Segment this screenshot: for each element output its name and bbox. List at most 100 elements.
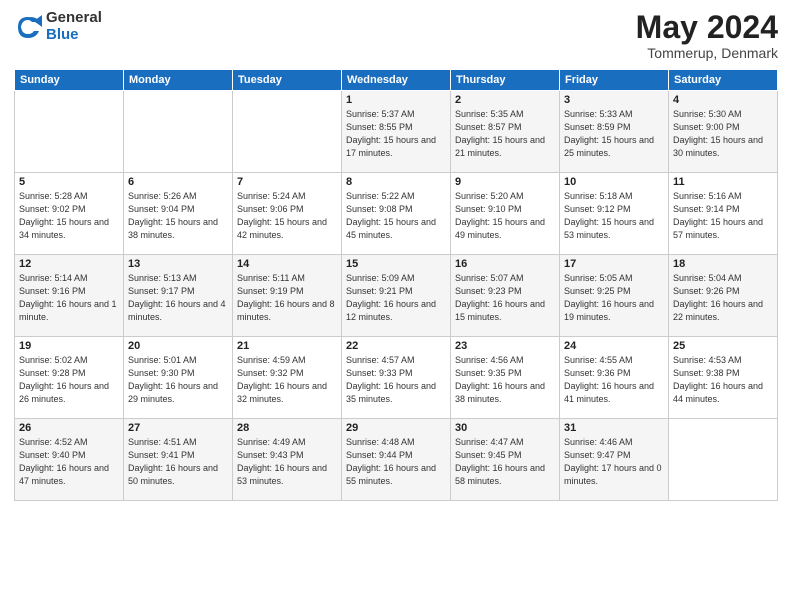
calendar-cell-w3-d5: 17 Sunrise: 5:05 AM Sunset: 9:25 PM Dayli… [560,255,669,337]
logo-general-text: General [46,10,102,27]
day-number: 30 [455,422,555,434]
calendar-page: General Blue May 2024 Tommerup, Denmark … [0,0,792,612]
logo: General Blue [14,10,102,43]
day-info: Sunrise: 5:35 AM Sunset: 8:57 PM Dayligh… [455,108,555,160]
calendar-week-2: 5Sunrise: 5:28 AM Sunset: 9:02 PM Daylig… [15,173,778,255]
day-number: 7 [237,176,337,188]
day-number: 8 [346,176,446,188]
calendar-week-3: 12Sunrise: 5:14 AM Sunset: 9:16 PM Dayli… [15,255,778,337]
calendar-cell-w2-d1: 6 Sunrise: 5:26 AM Sunset: 9:04 PM Daylig… [124,173,233,255]
day-number: 31 [564,422,664,434]
day-info: Sunrise: 5:26 AM Sunset: 9:04 PM Dayligh… [128,190,228,242]
day-info: Sunrise: 5:05 AM Sunset: 9:25 PM Dayligh… [564,272,664,324]
day-info: Sunrise: 4:47 AM Sunset: 9:45 PM Dayligh… [455,436,555,488]
day-info: Sunrise: 5:28 AM Sunset: 9:02 PM Dayligh… [19,190,119,242]
calendar-cell-w1-d6: 4 Sunrise: 5:30 AM Sunset: 9:00 PM Daylig… [669,91,778,173]
calendar-cell-w3-d0: 12Sunrise: 5:14 AM Sunset: 9:16 PM Dayli… [15,255,124,337]
day-number: 25 [673,340,773,352]
header-friday: Friday [560,70,669,91]
day-info: Sunrise: 4:59 AM Sunset: 9:32 PM Dayligh… [237,354,337,406]
location: Tommerup, Denmark [636,45,778,61]
calendar-cell-w5-d0: 26 Sunrise: 4:52 AM Sunset: 9:40 PM Dayli… [15,419,124,501]
calendar-header-row: Sunday Monday Tuesday Wednesday Thursday… [15,70,778,91]
calendar-cell-w2-d5: 10 Sunrise: 5:18 AM Sunset: 9:12 PM Dayli… [560,173,669,255]
day-number: 9 [455,176,555,188]
day-number: 27 [128,422,228,434]
calendar-table: Sunday Monday Tuesday Wednesday Thursday… [14,69,778,501]
header: General Blue May 2024 Tommerup, Denmark [14,10,778,61]
day-number: 10 [564,176,664,188]
title-area: May 2024 Tommerup, Denmark [636,10,778,61]
day-info: Sunrise: 4:49 AM Sunset: 9:43 PM Dayligh… [237,436,337,488]
calendar-cell-w2-d2: 7 Sunrise: 5:24 AM Sunset: 9:06 PM Daylig… [233,173,342,255]
calendar-cell-w4-d2: 21 Sunrise: 4:59 AM Sunset: 9:32 PM Dayli… [233,337,342,419]
day-info: Sunrise: 4:56 AM Sunset: 9:35 PM Dayligh… [455,354,555,406]
header-monday: Monday [124,70,233,91]
calendar-cell-w5-d2: 28 Sunrise: 4:49 AM Sunset: 9:43 PM Dayli… [233,419,342,501]
day-number: 24 [564,340,664,352]
day-info: Sunrise: 5:20 AM Sunset: 9:10 PM Dayligh… [455,190,555,242]
calendar-cell-w3-d6: 18 Sunrise: 5:04 AM Sunset: 9:26 PM Dayli… [669,255,778,337]
day-number: 20 [128,340,228,352]
day-number: 4 [673,94,773,106]
logo-blue-text: Blue [46,27,102,44]
day-info: Sunrise: 4:51 AM Sunset: 9:41 PM Dayligh… [128,436,228,488]
day-number: 28 [237,422,337,434]
day-info: Sunrise: 5:24 AM Sunset: 9:06 PM Dayligh… [237,190,337,242]
day-number: 19 [19,340,119,352]
day-number: 17 [564,258,664,270]
day-number: 23 [455,340,555,352]
header-sunday: Sunday [15,70,124,91]
day-info: Sunrise: 4:57 AM Sunset: 9:33 PM Dayligh… [346,354,446,406]
day-info: Sunrise: 5:18 AM Sunset: 9:12 PM Dayligh… [564,190,664,242]
day-info: Sunrise: 5:09 AM Sunset: 9:21 PM Dayligh… [346,272,446,324]
header-saturday: Saturday [669,70,778,91]
day-info: Sunrise: 5:14 AM Sunset: 9:16 PM Dayligh… [19,272,119,324]
calendar-cell-w3-d1: 13 Sunrise: 5:13 AM Sunset: 9:17 PM Dayli… [124,255,233,337]
day-info: Sunrise: 5:22 AM Sunset: 9:08 PM Dayligh… [346,190,446,242]
calendar-cell-w4-d6: 25Sunrise: 4:53 AM Sunset: 9:38 PM Dayli… [669,337,778,419]
day-info: Sunrise: 4:48 AM Sunset: 9:44 PM Dayligh… [346,436,446,488]
day-number: 14 [237,258,337,270]
day-info: Sunrise: 5:16 AM Sunset: 9:14 PM Dayligh… [673,190,773,242]
day-number: 2 [455,94,555,106]
calendar-cell-w1-d3: 1 Sunrise: 5:37 AM Sunset: 8:55 PM Daylig… [342,91,451,173]
day-info: Sunrise: 5:07 AM Sunset: 9:23 PM Dayligh… [455,272,555,324]
day-info: Sunrise: 4:52 AM Sunset: 9:40 PM Dayligh… [19,436,119,488]
day-number: 11 [673,176,773,188]
day-info: Sunrise: 5:33 AM Sunset: 8:59 PM Dayligh… [564,108,664,160]
calendar-week-5: 26 Sunrise: 4:52 AM Sunset: 9:40 PM Dayli… [15,419,778,501]
day-number: 6 [128,176,228,188]
day-number: 16 [455,258,555,270]
day-number: 18 [673,258,773,270]
day-number: 13 [128,258,228,270]
calendar-cell-w3-d2: 14 Sunrise: 5:11 AM Sunset: 9:19 PM Dayli… [233,255,342,337]
day-info: Sunrise: 5:01 AM Sunset: 9:30 PM Dayligh… [128,354,228,406]
calendar-cell-w2-d6: 11 Sunrise: 5:16 AM Sunset: 9:14 PM Dayli… [669,173,778,255]
calendar-cell-w1-d1 [124,91,233,173]
day-number: 3 [564,94,664,106]
calendar-cell-w3-d4: 16 Sunrise: 5:07 AM Sunset: 9:23 PM Dayli… [451,255,560,337]
calendar-cell-w4-d3: 22Sunrise: 4:57 AM Sunset: 9:33 PM Dayli… [342,337,451,419]
day-number: 29 [346,422,446,434]
calendar-cell-w5-d5: 31 Sunrise: 4:46 AM Sunset: 9:47 PM Dayli… [560,419,669,501]
day-info: Sunrise: 4:46 AM Sunset: 9:47 PM Dayligh… [564,436,664,488]
calendar-cell-w5-d3: 29 Sunrise: 4:48 AM Sunset: 9:44 PM Dayli… [342,419,451,501]
day-number: 26 [19,422,119,434]
day-info: Sunrise: 5:37 AM Sunset: 8:55 PM Dayligh… [346,108,446,160]
day-info: Sunrise: 5:04 AM Sunset: 9:26 PM Dayligh… [673,272,773,324]
logo-icon [14,13,42,41]
day-info: Sunrise: 5:30 AM Sunset: 9:00 PM Dayligh… [673,108,773,160]
header-wednesday: Wednesday [342,70,451,91]
calendar-cell-w4-d5: 24Sunrise: 4:55 AM Sunset: 9:36 PM Dayli… [560,337,669,419]
calendar-cell-w4-d4: 23 Sunrise: 4:56 AM Sunset: 9:35 PM Dayli… [451,337,560,419]
header-tuesday: Tuesday [233,70,342,91]
day-number: 21 [237,340,337,352]
calendar-cell-w3-d3: 15Sunrise: 5:09 AM Sunset: 9:21 PM Dayli… [342,255,451,337]
day-info: Sunrise: 5:11 AM Sunset: 9:19 PM Dayligh… [237,272,337,324]
day-info: Sunrise: 5:13 AM Sunset: 9:17 PM Dayligh… [128,272,228,324]
calendar-cell-w1-d0 [15,91,124,173]
day-info: Sunrise: 5:02 AM Sunset: 9:28 PM Dayligh… [19,354,119,406]
month-title: May 2024 [636,10,778,45]
day-number: 1 [346,94,446,106]
